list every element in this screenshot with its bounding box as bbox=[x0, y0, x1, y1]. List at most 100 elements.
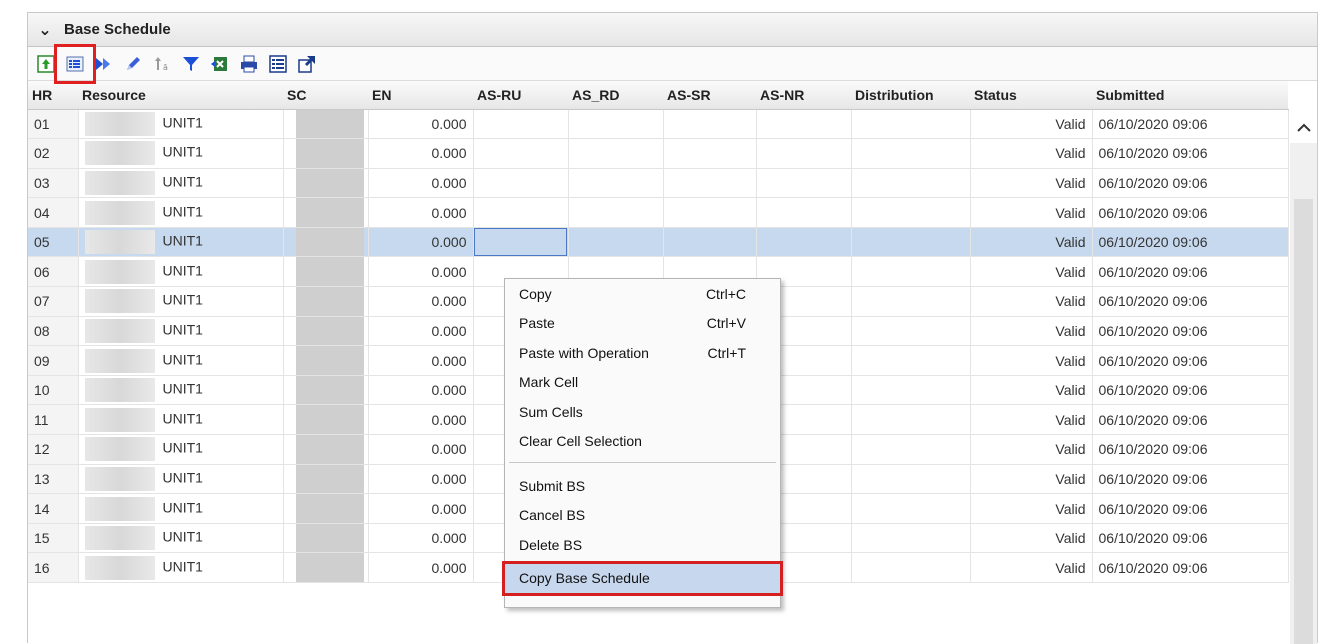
details-icon[interactable] bbox=[264, 51, 292, 77]
cell-sc[interactable] bbox=[283, 464, 369, 495]
scrollbar-thumb[interactable] bbox=[1294, 199, 1313, 644]
cell-distribution[interactable] bbox=[851, 375, 971, 406]
scroll-up-icon[interactable] bbox=[1290, 113, 1317, 143]
cell-submitted[interactable]: 06/10/2020 09:06 bbox=[1092, 109, 1289, 140]
filter-icon[interactable] bbox=[177, 51, 205, 77]
cell-status[interactable]: Valid bbox=[970, 493, 1093, 524]
cell-hr[interactable]: 09 bbox=[28, 345, 79, 376]
cell-hr[interactable]: 04 bbox=[28, 197, 79, 228]
cell-resource[interactable]: UNIT1 bbox=[78, 434, 284, 465]
upload-icon[interactable] bbox=[32, 51, 60, 77]
cell-resource[interactable]: UNIT1 bbox=[78, 168, 284, 199]
cell-submitted[interactable]: 06/10/2020 09:06 bbox=[1092, 138, 1289, 169]
cell-en[interactable]: 0.000 bbox=[368, 464, 474, 495]
cell-en[interactable]: 0.000 bbox=[368, 227, 474, 258]
cell-sc[interactable] bbox=[283, 493, 369, 524]
cell-status[interactable]: Valid bbox=[970, 316, 1093, 347]
cell-distribution[interactable] bbox=[851, 345, 971, 376]
cell-submitted[interactable]: 06/10/2020 09:06 bbox=[1092, 464, 1289, 495]
cell-status[interactable]: Valid bbox=[970, 404, 1093, 436]
cell-sc[interactable] bbox=[283, 523, 369, 554]
cell-submitted[interactable]: 06/10/2020 09:06 bbox=[1092, 345, 1289, 376]
cell-en[interactable]: 0.000 bbox=[368, 523, 474, 554]
cell-en[interactable]: 0.000 bbox=[368, 552, 474, 583]
cell-sc[interactable] bbox=[283, 168, 369, 199]
cell-distribution[interactable] bbox=[851, 316, 971, 347]
column-header-submitted[interactable]: Submitted bbox=[1092, 81, 1288, 110]
cell-sc[interactable] bbox=[283, 375, 369, 406]
cell-resource[interactable]: UNIT1 bbox=[78, 227, 284, 258]
cell-hr[interactable]: 12 bbox=[28, 434, 79, 465]
cell-submitted[interactable]: 06/10/2020 09:06 bbox=[1092, 552, 1289, 583]
cell-as-nr[interactable] bbox=[756, 109, 852, 140]
menu-item-mark-cell[interactable]: Mark Cell bbox=[505, 368, 780, 398]
column-header-resource[interactable]: Resource bbox=[78, 81, 283, 110]
cell-distribution[interactable] bbox=[851, 138, 971, 169]
cell-submitted[interactable]: 06/10/2020 09:06 bbox=[1092, 523, 1289, 554]
cell-sc[interactable] bbox=[283, 256, 369, 288]
cell-as-rd[interactable] bbox=[568, 109, 664, 140]
pencil-icon[interactable] bbox=[119, 51, 147, 77]
cell-en[interactable]: 0.000 bbox=[368, 493, 474, 524]
cell-resource[interactable]: UNIT1 bbox=[78, 552, 284, 583]
cell-status[interactable]: Valid bbox=[970, 138, 1093, 169]
cell-resource[interactable]: UNIT1 bbox=[78, 286, 284, 317]
cell-status[interactable]: Valid bbox=[970, 552, 1093, 583]
vertical-scrollbar[interactable] bbox=[1290, 113, 1317, 644]
cell-submitted[interactable]: 06/10/2020 09:06 bbox=[1092, 493, 1289, 524]
cell-en[interactable]: 0.000 bbox=[368, 434, 474, 465]
cell-distribution[interactable] bbox=[851, 197, 971, 228]
cell-hr[interactable]: 13 bbox=[28, 464, 79, 495]
cell-resource[interactable]: UNIT1 bbox=[78, 493, 284, 524]
cell-resource[interactable]: UNIT1 bbox=[78, 464, 284, 495]
menu-item-delete-bs[interactable]: Delete BS bbox=[505, 530, 780, 560]
menu-item-copy-base-schedule[interactable]: Copy Base Schedule bbox=[502, 560, 783, 596]
cell-hr[interactable]: 15 bbox=[28, 523, 79, 554]
cell-as-ru[interactable] bbox=[473, 197, 569, 228]
cell-sc[interactable] bbox=[283, 552, 369, 583]
cell-hr[interactable]: 10 bbox=[28, 375, 79, 406]
cell-as-nr[interactable] bbox=[756, 227, 852, 258]
cell-submitted[interactable]: 06/10/2020 09:06 bbox=[1092, 168, 1289, 199]
cell-resource[interactable]: UNIT1 bbox=[78, 197, 284, 228]
column-header-distribution[interactable]: Distribution bbox=[851, 81, 970, 110]
cell-as-nr[interactable] bbox=[756, 138, 852, 169]
cell-sc[interactable] bbox=[283, 227, 369, 258]
menu-item-submit-bs[interactable]: Submit BS bbox=[505, 471, 780, 501]
cell-sc[interactable] bbox=[283, 404, 369, 436]
column-header-en[interactable]: EN bbox=[368, 81, 473, 110]
cell-status[interactable]: Valid bbox=[970, 286, 1093, 317]
chevron-down-icon[interactable]: ⌄ bbox=[34, 20, 56, 40]
cell-as-rd[interactable] bbox=[568, 168, 664, 199]
cell-hr[interactable]: 16 bbox=[28, 552, 79, 583]
cell-hr[interactable]: 02 bbox=[28, 138, 79, 169]
cell-status[interactable]: Valid bbox=[970, 434, 1093, 465]
cell-submitted[interactable]: 06/10/2020 09:06 bbox=[1092, 256, 1289, 288]
cell-distribution[interactable] bbox=[851, 168, 971, 199]
cell-hr[interactable]: 11 bbox=[28, 404, 79, 436]
cell-as-ru[interactable] bbox=[473, 168, 569, 199]
cell-resource[interactable]: UNIT1 bbox=[78, 138, 284, 169]
cell-submitted[interactable]: 06/10/2020 09:06 bbox=[1092, 375, 1289, 406]
cell-submitted[interactable]: 06/10/2020 09:06 bbox=[1092, 286, 1289, 317]
cell-sc[interactable] bbox=[283, 197, 369, 228]
cell-status[interactable]: Valid bbox=[970, 375, 1093, 406]
cell-sc[interactable] bbox=[283, 345, 369, 376]
cell-as-sr[interactable] bbox=[663, 168, 757, 199]
cell-as-rd[interactable] bbox=[568, 227, 664, 258]
column-header-as-sr[interactable]: AS-SR bbox=[663, 81, 756, 110]
cell-as-rd[interactable] bbox=[568, 197, 664, 228]
cell-distribution[interactable] bbox=[851, 286, 971, 317]
cell-distribution[interactable] bbox=[851, 493, 971, 524]
table-row[interactable]: 03 UNIT1 0.000 Valid 06/10/2020 09:06 bbox=[28, 168, 1289, 199]
cell-en[interactable]: 0.000 bbox=[368, 404, 474, 436]
cell-as-sr[interactable] bbox=[663, 197, 757, 228]
cell-hr[interactable]: 07 bbox=[28, 286, 79, 317]
cell-submitted[interactable]: 06/10/2020 09:06 bbox=[1092, 316, 1289, 347]
cell-status[interactable]: Valid bbox=[970, 345, 1093, 376]
cell-resource[interactable]: UNIT1 bbox=[78, 109, 284, 140]
cell-resource[interactable]: UNIT1 bbox=[78, 375, 284, 406]
cell-status[interactable]: Valid bbox=[970, 168, 1093, 199]
cell-distribution[interactable] bbox=[851, 464, 971, 495]
cell-distribution[interactable] bbox=[851, 552, 971, 583]
